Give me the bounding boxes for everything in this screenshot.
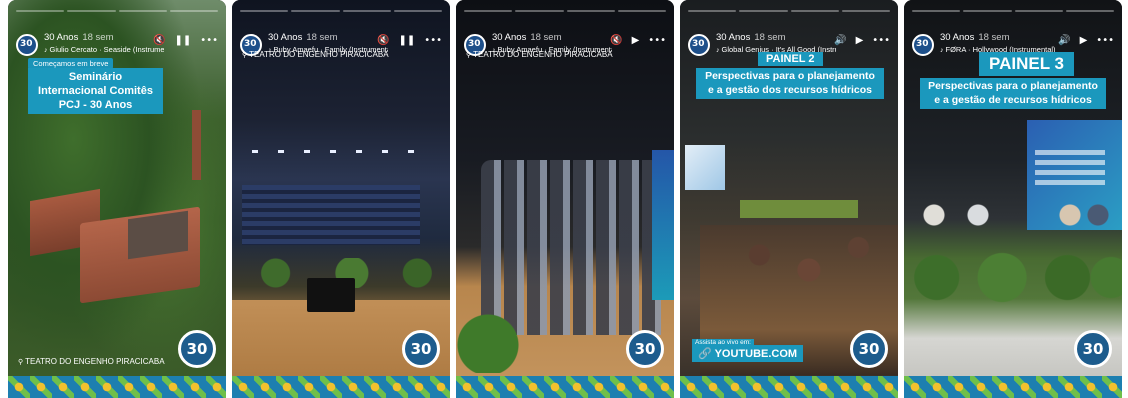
- story-card-5[interactable]: 30 Anos18 sem ♪FØRA · Hollywood (Instrum…: [904, 0, 1122, 398]
- story-progress-bar: [464, 10, 666, 12]
- story-progress-bar: [912, 10, 1114, 12]
- account-name[interactable]: 30 Anos: [716, 32, 750, 43]
- story-caption: Seminário Internacional Comitês PCJ - 30…: [28, 68, 163, 114]
- location-sticker[interactable]: ⚲ TEATRO DO ENGENHO PIRACICABA: [18, 357, 165, 366]
- youtube-link-sticker[interactable]: 🔗 YOUTUBE.COM: [692, 345, 804, 362]
- story-progress-bar: [16, 10, 218, 12]
- mute-icon[interactable]: 🔇: [153, 35, 165, 46]
- pause-icon[interactable]: ❚❚: [399, 35, 416, 46]
- story-card-2[interactable]: 30 Anos18 sem ♪Buby Amaefu · Family (Ins…: [232, 0, 450, 398]
- stories-strip: 30 Anos18 sem ♪Giulio Cercato · Seaside …: [8, 0, 1128, 398]
- story-header: 30 Anos 18 sem ♪Giulio Cercato · Seaside …: [16, 32, 218, 58]
- account-name[interactable]: 30 Anos: [44, 32, 78, 43]
- music-note-icon: ♪: [940, 47, 944, 54]
- location-sticker[interactable]: ⚲ TEATRO DO ENGENHO PIRACICABA: [466, 50, 613, 59]
- decorative-pattern-bar: [232, 376, 450, 398]
- account-avatar[interactable]: [16, 34, 38, 56]
- link-text: YOUTUBE.COM: [714, 348, 798, 360]
- volume-icon[interactable]: 🔊: [834, 35, 846, 46]
- anniversary-logo: 30: [178, 330, 216, 368]
- anniversary-logo: 30: [402, 330, 440, 368]
- music-label[interactable]: ♪Giulio Cercato · Seaside (Instrumental): [44, 45, 164, 54]
- location-text: TEATRO DO ENGENHO PIRACICABA: [473, 50, 613, 59]
- pause-icon[interactable]: ❚❚: [175, 35, 192, 46]
- music-note-icon: ♪: [44, 47, 48, 54]
- more-options-icon[interactable]: •••: [424, 35, 442, 46]
- mute-icon[interactable]: 🔇: [377, 35, 389, 46]
- panel-title: PAINEL 2: [758, 52, 823, 66]
- mute-icon[interactable]: 🔇: [610, 35, 622, 46]
- location-pin-icon: ⚲: [18, 359, 24, 366]
- posted-time: 18 sem: [530, 32, 562, 43]
- play-icon[interactable]: ▶: [632, 35, 640, 46]
- panel-title: PAINEL 3: [979, 52, 1074, 76]
- posted-time: 18 sem: [82, 32, 114, 43]
- posted-time: 18 sem: [306, 32, 338, 43]
- decorative-pattern-bar: [904, 376, 1122, 398]
- posted-time: 18 sem: [754, 32, 786, 43]
- story-progress-bar: [688, 10, 890, 12]
- account-name[interactable]: 30 Anos: [492, 32, 526, 43]
- story-caption: Perspectivas para o planejamento e a ges…: [920, 78, 1106, 109]
- anniversary-logo: 30: [1074, 330, 1112, 368]
- more-options-icon[interactable]: •••: [872, 35, 890, 46]
- story-caption: Perspectivas para o planejamento e a ges…: [696, 68, 884, 99]
- more-options-icon[interactable]: •••: [200, 35, 218, 46]
- decorative-pattern-bar: [680, 376, 898, 398]
- story-progress-bar: [240, 10, 442, 12]
- play-icon[interactable]: ▶: [856, 35, 864, 46]
- volume-icon[interactable]: 🔊: [1058, 35, 1070, 46]
- posted-time: 18 sem: [978, 32, 1010, 43]
- location-text: TEATRO DO ENGENHO PIRACICABA: [25, 357, 165, 366]
- location-pin-icon: ⚲: [466, 52, 472, 59]
- location-text: TEATRO DO ENGENHO PIRACICABA: [249, 50, 389, 59]
- more-options-icon[interactable]: •••: [1096, 35, 1114, 46]
- story-card-3[interactable]: 30 Anos18 sem ♪Buby Amaefu · Family (Ins…: [456, 0, 674, 398]
- location-sticker[interactable]: ⚲ TEATRO DO ENGENHO PIRACICABA: [242, 50, 389, 59]
- more-options-icon[interactable]: •••: [648, 35, 666, 46]
- account-name[interactable]: 30 Anos: [940, 32, 974, 43]
- anniversary-logo: 30: [850, 330, 888, 368]
- story-card-1[interactable]: 30 Anos 18 sem ♪Giulio Cercato · Seaside …: [8, 0, 226, 398]
- location-pin-icon: ⚲: [242, 52, 248, 59]
- decorative-pattern-bar: [8, 376, 226, 398]
- music-note-icon: ♪: [716, 47, 720, 54]
- link-icon: 🔗: [698, 348, 715, 360]
- decorative-pattern-bar: [456, 376, 674, 398]
- account-name[interactable]: 30 Anos: [268, 32, 302, 43]
- story-card-4[interactable]: 30 Anos18 sem ♪Global Genius · It's All …: [680, 0, 898, 398]
- music-track: Giulio Cercato · Seaside (Instrumental): [49, 45, 165, 54]
- play-icon[interactable]: ▶: [1080, 35, 1088, 46]
- account-avatar[interactable]: [912, 34, 934, 56]
- account-avatar[interactable]: [688, 34, 710, 56]
- anniversary-logo: 30: [626, 330, 664, 368]
